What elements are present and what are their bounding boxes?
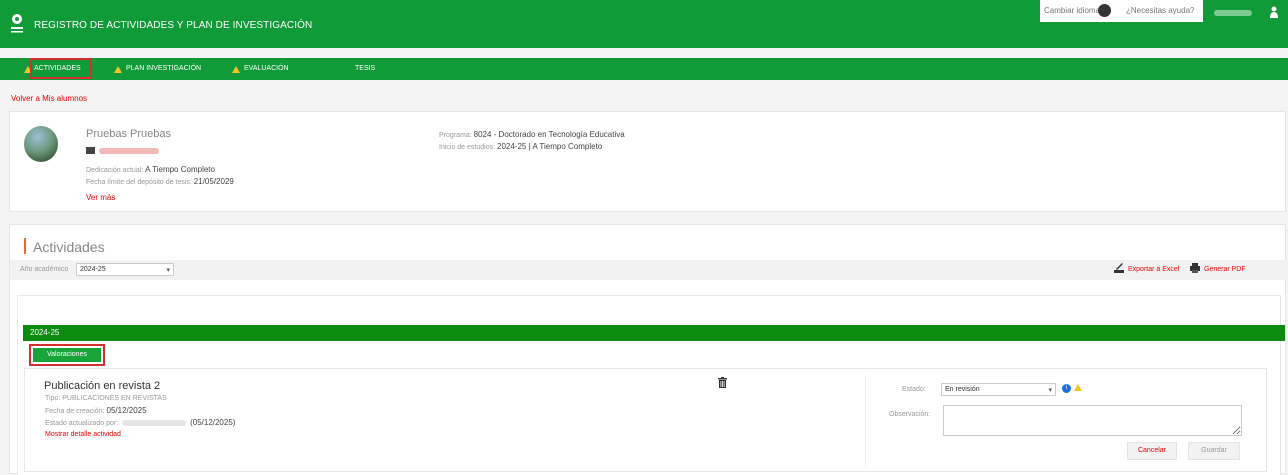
activity-item: Publicación en revista 2 Tipo: PUBLICACI… [24, 368, 1267, 472]
section-accent-bar [24, 238, 26, 254]
estado-actualizado-label: Estado actualizado por: [45, 420, 119, 427]
fecha-creacion-value: 05/12/2025 [106, 406, 147, 415]
tab-evaluacion[interactable]: EVALUACIÓN [244, 65, 289, 72]
estado-label: Estado: [902, 386, 926, 393]
divider [865, 375, 866, 467]
avatar [24, 126, 58, 162]
estado-actualizado-row: Estado actualizado por: (05/12/2025) [45, 418, 235, 427]
estado-select[interactable]: En revisión ▾ [941, 383, 1056, 396]
mail-icon [86, 147, 95, 154]
observacion-field[interactable] [943, 405, 1242, 436]
language-help-box: Cambiar idioma ¿Necesitas ayuda? [1040, 0, 1203, 22]
trash-icon[interactable] [718, 377, 727, 388]
academic-year-select[interactable]: 2024-25 ▾ [76, 263, 174, 276]
tab-tesis[interactable]: TESIS [355, 65, 375, 72]
info-icon[interactable]: i [1062, 384, 1071, 393]
estado-value: En revisión [945, 386, 980, 393]
valoraciones-button[interactable]: Valoraciones [33, 348, 101, 362]
fecha-creacion-label: Fecha de creación: [45, 408, 105, 415]
cancel-button[interactable]: Cancelar [1127, 442, 1177, 460]
activity-name: Publicación en revista 2 [44, 380, 161, 392]
student-name: Pruebas Pruebas [86, 128, 171, 140]
tipo-row: Tipo: PUBLICACIONES EN REVISTAS [45, 395, 167, 402]
dedicacion-row: Dedicación actual: A Tiempo Completo [86, 165, 215, 174]
inicio-row: Inicio de estudios: 2024-25 | A Tiempo C… [439, 142, 602, 151]
back-to-students-link[interactable]: Volver a Mis alumnos [11, 94, 87, 103]
generate-pdf-link[interactable]: Generar PDF [1204, 266, 1246, 273]
change-language-link[interactable]: Cambiar idioma [1044, 6, 1100, 15]
programa-row: Programa: 8024 - Doctorado en Tecnología… [439, 130, 625, 139]
fecha-creacion-row: Fecha de creación: 05/12/2025 [45, 406, 147, 415]
tipo-label: Tipo: [45, 395, 61, 402]
tab-plan-investigacion[interactable]: PLAN INVESTIGACIÓN [126, 65, 201, 72]
chevron-down-icon: ▾ [1048, 387, 1052, 394]
filter-bar: Año académico 2024-25 ▾ Exportar a Excel… [10, 260, 1287, 280]
tipo-value: PUBLICACIONES EN REVISTAS [62, 395, 167, 402]
fecha-limite-label: Fecha límite del depósito de tesis: [86, 179, 192, 186]
excel-export-icon[interactable] [1114, 263, 1124, 273]
chevron-down-icon: ▾ [166, 267, 170, 274]
inicio-value: 2024-25 | A Tiempo Completo [497, 142, 603, 151]
main-nav: ACTIVIDADES PLAN INVESTIGACIÓN EVALUACIÓ… [0, 58, 1288, 80]
warning-icon [1074, 384, 1082, 391]
warning-icon [232, 66, 240, 73]
inicio-label: Inicio de estudios: [439, 144, 496, 151]
export-excel-link[interactable]: Exportar a Excel [1128, 266, 1179, 273]
estado-actualizado-date: (05/12/2025) [190, 418, 236, 427]
app-header: REGISTRO DE ACTIVIDADES Y PLAN DE INVEST… [0, 0, 1288, 48]
warning-icon [114, 66, 122, 73]
student-email-blurred[interactable] [99, 148, 159, 154]
programa-label: Programa: [439, 132, 472, 139]
observacion-label: Observación: [889, 411, 931, 418]
updater-name-blurred [122, 420, 187, 427]
fecha-limite-value: 21/05/2029 [193, 177, 234, 186]
user-name-blurred[interactable] [1214, 10, 1252, 16]
printer-icon[interactable] [1190, 263, 1200, 273]
user-icon[interactable] [1270, 6, 1278, 18]
help-link[interactable]: ¿Necesitas ayuda? [1126, 6, 1194, 15]
programa-value: 8024 - Doctorado en Tecnología Educativa [473, 130, 625, 139]
fecha-limite-row: Fecha límite del depósito de tesis: 21/0… [86, 177, 234, 186]
student-profile-card: Pruebas Pruebas Dedicación actual: A Tie… [9, 111, 1286, 212]
academic-year-label: Año académico [20, 266, 69, 273]
actividades-title: Actividades [33, 239, 105, 255]
dedicacion-value: A Tiempo Completo [145, 165, 215, 174]
show-activity-detail-link[interactable]: Mostrar detalle actividad [45, 431, 121, 438]
dedicacion-label: Dedicación actual: [86, 167, 144, 174]
year-group-header: 2024-25 [23, 325, 1285, 341]
university-logo-icon[interactable] [10, 13, 24, 37]
academic-year-value: 2024-25 [80, 266, 106, 273]
year-group-label: 2024-25 [30, 328, 60, 337]
globe-icon[interactable] [1098, 4, 1111, 17]
ver-mas-link[interactable]: Ver más [86, 193, 115, 202]
selected-tab-highlight [30, 58, 92, 79]
app-title: REGISTRO DE ACTIVIDADES Y PLAN DE INVEST… [34, 20, 313, 31]
save-button[interactable]: Guardar [1188, 442, 1240, 460]
valoraciones-highlight: Valoraciones [29, 344, 105, 366]
